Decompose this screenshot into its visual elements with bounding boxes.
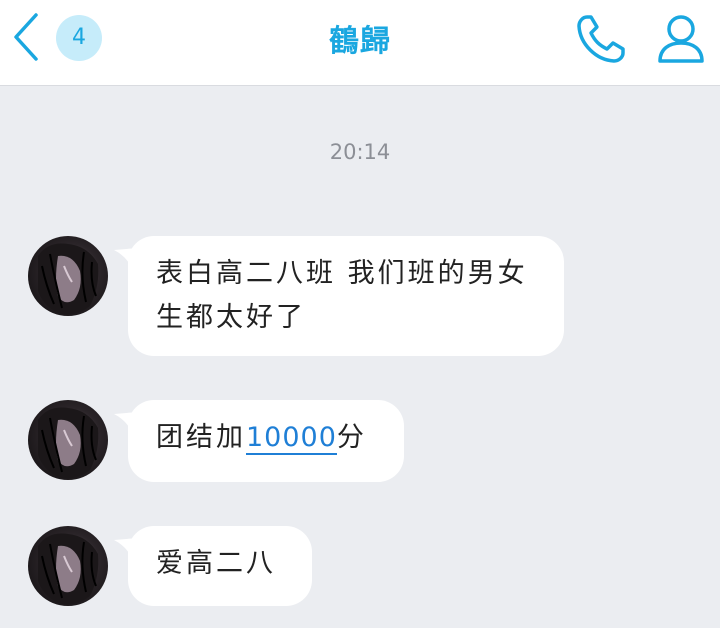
message-text-before: 团结加 bbox=[156, 422, 246, 453]
profile-button[interactable] bbox=[654, 12, 708, 66]
message-text: 表白高二八班 我们班的男女生都太好了 bbox=[156, 258, 528, 333]
avatar-image bbox=[38, 407, 99, 479]
call-button[interactable] bbox=[574, 12, 628, 66]
message-bubble[interactable]: 表白高二八班 我们班的男女生都太好了 bbox=[128, 236, 564, 356]
phone-icon bbox=[577, 15, 625, 63]
avatar-image bbox=[38, 533, 99, 605]
sender-avatar[interactable] bbox=[28, 526, 108, 606]
message-bubble[interactable]: 团结加10000分 bbox=[128, 400, 404, 482]
chat-header: 4 鶴歸 bbox=[0, 0, 720, 86]
sender-avatar[interactable] bbox=[28, 236, 108, 316]
message-timestamp: 20:14 bbox=[329, 140, 391, 164]
person-icon bbox=[658, 15, 704, 63]
message-bubble[interactable]: 爱高二八 bbox=[128, 526, 312, 606]
phone-number-link[interactable]: 10000 bbox=[246, 422, 337, 455]
message-text-after: 分 bbox=[336, 422, 367, 453]
sender-avatar[interactable] bbox=[28, 400, 108, 480]
message-text: 爱高二八 bbox=[156, 548, 276, 579]
avatar-image bbox=[38, 243, 99, 315]
